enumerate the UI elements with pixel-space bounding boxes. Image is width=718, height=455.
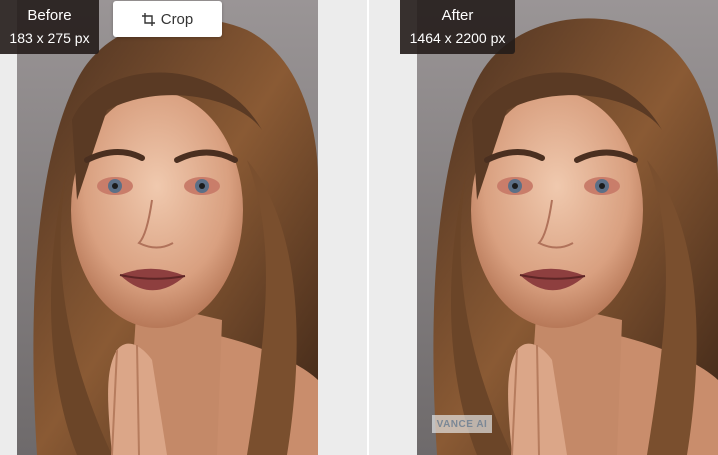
after-image-panel [417,0,718,455]
after-title: After [441,7,474,24]
after-photo [417,0,718,455]
before-badge: Before 183 x 275 px [0,0,99,54]
before-photo [17,0,318,455]
after-dimensions: 1464 x 2200 px [409,30,506,46]
before-title: Before [27,7,72,24]
crop-icon [141,12,155,26]
before-dimensions: 183 x 275 px [9,30,90,46]
crop-button-label: Crop [160,10,194,28]
vance-ai-watermark: VANCE AI [432,415,492,433]
crop-button[interactable]: Crop [113,1,222,37]
panel-divider [367,0,369,455]
after-badge: After 1464 x 2200 px [400,0,515,54]
before-image-panel [17,0,318,455]
